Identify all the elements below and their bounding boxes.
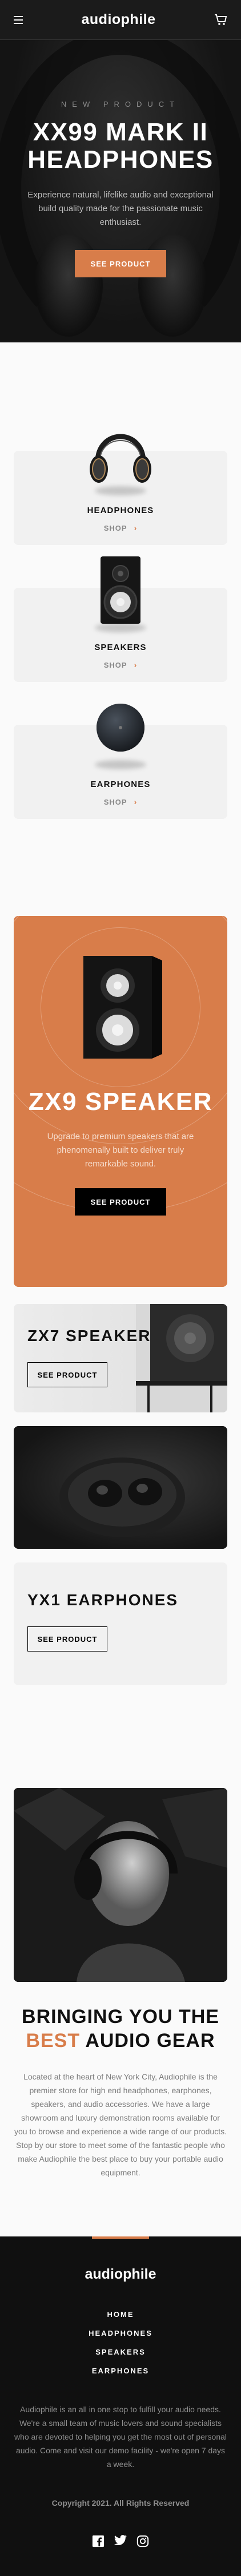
- category-name: SPEAKERS: [94, 643, 147, 652]
- zx7-see-product-button[interactable]: SEE PRODUCT: [27, 1362, 107, 1387]
- yx1-see-product-button[interactable]: SEE PRODUCT: [27, 1626, 107, 1652]
- cart-icon[interactable]: [214, 14, 227, 26]
- facebook-icon[interactable]: [92, 2535, 105, 2547]
- about-title-accent: BEST: [26, 2030, 81, 2052]
- shop-label: SHOP: [103, 660, 127, 669]
- about-title-post: AUDIO GEAR: [85, 2030, 215, 2052]
- shop-label: SHOP: [103, 797, 127, 806]
- category-card-speakers[interactable]: SPEAKERS SHOP ›: [14, 556, 227, 682]
- twitter-icon[interactable]: [114, 2535, 127, 2547]
- footer-logo[interactable]: audiophile: [14, 2266, 227, 2283]
- headphones-icon: [78, 411, 163, 496]
- zx9-speaker-image: [72, 950, 169, 1067]
- category-shop-link[interactable]: SHOP ›: [104, 660, 138, 669]
- copyright: Copyright 2021. All Rights Reserved: [51, 2498, 190, 2508]
- hero-see-product-button[interactable]: SEE PRODUCT: [75, 250, 166, 277]
- chevron-right-icon: ›: [134, 660, 138, 669]
- hero-earcup-right: [138, 234, 207, 337]
- instagram-icon[interactable]: [136, 2535, 149, 2547]
- yx1-title: YX1 EARPHONES: [27, 1591, 179, 1609]
- zx9-description: Upgrade to premium speakers that are phe…: [47, 1132, 194, 1169]
- categories-section: HEADPHONES SHOP › SPEAKERS SHOP › EARPHO…: [0, 342, 241, 819]
- category-name: EARPHONES: [90, 780, 151, 789]
- footer-nav-earphones[interactable]: EARPHONES: [14, 2367, 227, 2375]
- zx9-promo: ZX9 SPEAKER Upgrade to premium speakers …: [14, 916, 227, 1287]
- footer-nav: HOME HEADPHONES SPEAKERS EARPHONES: [14, 2310, 227, 2375]
- chevron-right-icon: ›: [134, 523, 138, 532]
- zx7-promo: ZX7 SPEAKER SEE PRODUCT: [14, 1304, 227, 1412]
- earphones-icon: [78, 685, 163, 770]
- social-links: [14, 2535, 227, 2547]
- zx7-speaker-image: [136, 1304, 227, 1412]
- yx1-image: [14, 1426, 227, 1549]
- category-card-headphones[interactable]: HEADPHONES SHOP ›: [14, 434, 227, 545]
- site-footer: audiophile HOME HEADPHONES SPEAKERS EARP…: [0, 2236, 241, 2576]
- footer-nav-headphones[interactable]: HEADPHONES: [14, 2329, 227, 2337]
- footer-description: Audiophile is an all in one stop to fulf…: [14, 2405, 227, 2469]
- about-image: [14, 1788, 227, 1982]
- speaker-icon: [78, 548, 163, 633]
- zx7-title: ZX7 SPEAKER: [27, 1327, 151, 1344]
- hero-earcup-left: [34, 234, 103, 337]
- footer-nav-speakers[interactable]: SPEAKERS: [14, 2348, 227, 2356]
- hero-section: NEW PRODUCT XX99 MARK II HEADPHONES Expe…: [0, 40, 241, 342]
- about-title: BRINGING YOU THE BEST AUDIO GEAR: [14, 2005, 227, 2053]
- zx9-see-product-button[interactable]: SEE PRODUCT: [74, 1188, 166, 1216]
- about-section: BRINGING YOU THE BEST AUDIO GEAR Located…: [0, 1982, 241, 2214]
- logo[interactable]: audiophile: [82, 11, 156, 28]
- category-card-earphones[interactable]: EARPHONES SHOP ›: [14, 704, 227, 819]
- hero-description: Experience natural, lifelike audio and e…: [27, 190, 214, 227]
- category-shop-link[interactable]: SHOP ›: [104, 523, 138, 532]
- site-header: audiophile: [0, 0, 241, 40]
- shop-label: SHOP: [103, 523, 127, 532]
- footer-nav-home[interactable]: HOME: [14, 2310, 227, 2319]
- hero-title: XX99 MARK II HEADPHONES: [27, 118, 214, 173]
- hamburger-icon[interactable]: [14, 15, 23, 24]
- chevron-right-icon: ›: [134, 797, 138, 806]
- about-title-pre: BRINGING YOU THE: [22, 2006, 219, 2028]
- footer-accent-bar: [92, 2236, 149, 2239]
- category-shop-link[interactable]: SHOP ›: [104, 797, 138, 806]
- yx1-info: YX1 EARPHONES SEE PRODUCT: [14, 1562, 227, 1685]
- zx9-title: ZX9 SPEAKER: [28, 1088, 213, 1116]
- hero-overline: NEW PRODUCT: [61, 100, 180, 108]
- category-name: HEADPHONES: [87, 506, 154, 515]
- about-description: Located at the heart of New York City, A…: [14, 2072, 227, 2177]
